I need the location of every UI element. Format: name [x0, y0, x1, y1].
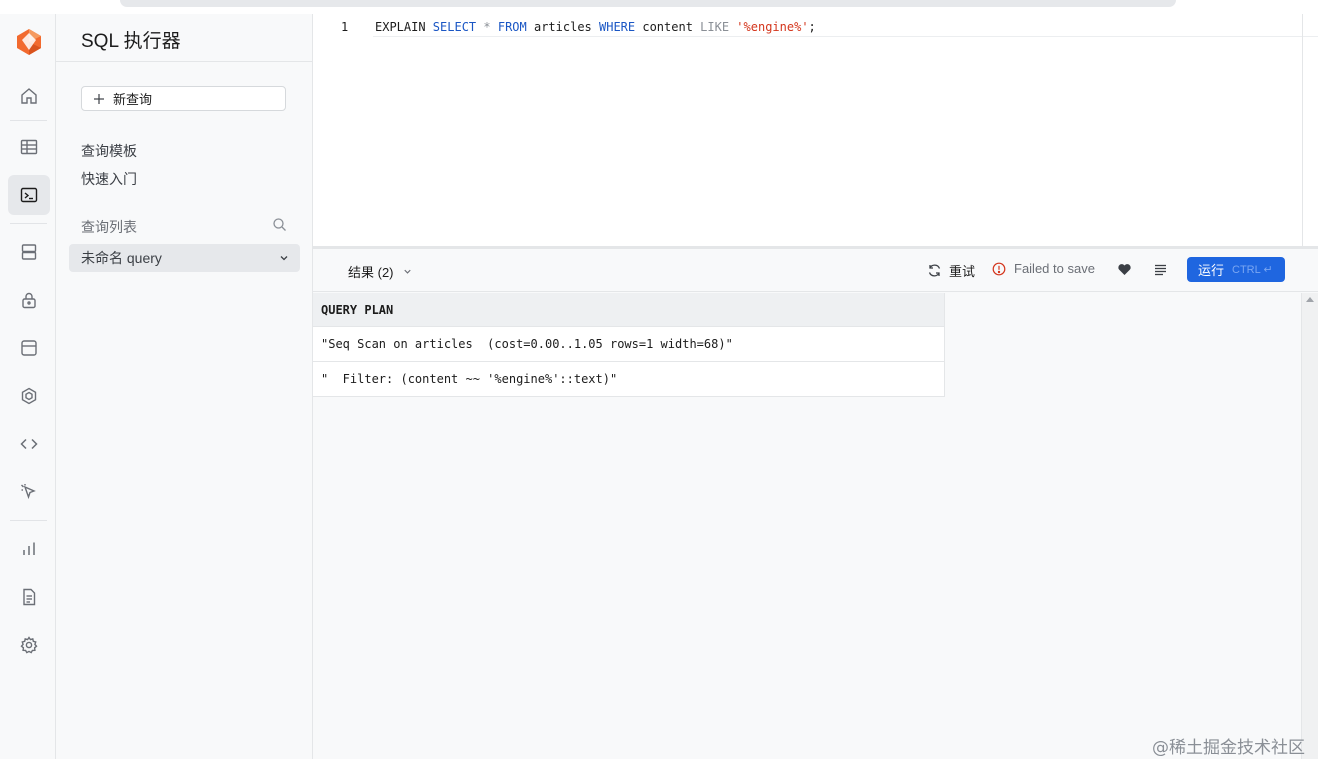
plus-icon	[94, 93, 104, 104]
save-status-text: Failed to save	[1014, 261, 1095, 276]
code-token: LIKE	[700, 20, 730, 34]
browser-top-bar	[120, 0, 1176, 7]
rail-divider	[10, 120, 47, 121]
code-line[interactable]: EXPLAIN SELECT * FROM articles WHERE con…	[375, 20, 816, 34]
table-row[interactable]: " Filter: (content ~~ '%engine%'::text)"	[313, 362, 944, 397]
code-token: articles	[526, 20, 599, 34]
results-toolbar: 结果 (2) 重试 Failed to save 运行 CTRL ↵	[313, 249, 1318, 292]
refresh-icon	[928, 264, 941, 277]
panel-divider	[56, 61, 312, 62]
code-token: content	[635, 20, 701, 34]
sql-editor[interactable]: 1 EXPLAIN SELECT * FROM articles WHERE c…	[313, 14, 1318, 246]
results-pane: QUERY PLAN "Seq Scan on articles (cost=0…	[313, 293, 1301, 759]
editor-minimap-border	[1302, 14, 1303, 246]
rail-divider	[10, 223, 47, 224]
gear-icon[interactable]	[8, 625, 50, 665]
align-text-icon[interactable]	[1153, 262, 1168, 277]
terminal-icon[interactable]	[8, 175, 50, 215]
retry-label: 重试	[949, 264, 976, 279]
column-header[interactable]: QUERY PLAN	[313, 293, 944, 327]
code-token: SELECT	[432, 20, 477, 34]
home-icon[interactable]	[8, 76, 50, 116]
search-icon[interactable]	[272, 217, 287, 232]
icon-rail	[0, 14, 56, 759]
pointer-icon[interactable]	[8, 472, 50, 512]
new-query-button[interactable]: 新查询	[81, 86, 286, 111]
line-number: 1	[341, 20, 349, 34]
sql-side-panel: SQL 执行器 新查询 查询模板 快速入门 查询列表 未命名 query	[56, 14, 313, 759]
storage-icon[interactable]	[8, 328, 50, 368]
document-icon[interactable]	[8, 577, 50, 617]
results-label: 结果 (2)	[348, 265, 394, 280]
table-row[interactable]: "Seq Scan on articles (cost=0.00..1.05 r…	[313, 327, 944, 362]
chevron-down-icon	[403, 269, 411, 274]
query-name: 未命名 query	[81, 250, 162, 266]
code-token: EXPLAIN	[375, 20, 433, 34]
run-shortcut: CTRL ↵	[1232, 264, 1273, 276]
link-query-templates[interactable]: 查询模板	[81, 141, 137, 161]
rail-divider	[10, 520, 47, 521]
table-icon[interactable]	[8, 127, 50, 167]
cube-icon[interactable]	[8, 376, 50, 416]
results-grid: QUERY PLAN "Seq Scan on articles (cost=0…	[313, 293, 945, 397]
current-line-highlight	[373, 36, 1318, 37]
link-quickstart[interactable]: 快速入门	[81, 169, 137, 189]
retry-button[interactable]: 重试	[927, 261, 975, 280]
code-icon[interactable]	[8, 424, 50, 464]
run-button[interactable]: 运行 CTRL ↵	[1187, 257, 1285, 282]
query-list-item[interactable]: 未命名 query	[69, 244, 300, 272]
chevron-down-icon[interactable]	[278, 252, 290, 264]
error-icon	[992, 262, 1006, 275]
scroll-up-arrow[interactable]	[1306, 297, 1314, 302]
lock-icon[interactable]	[8, 280, 50, 320]
code-token: FROM	[497, 20, 527, 34]
query-list-header: 查询列表	[81, 219, 137, 235]
watermark: @稀土掘金技术社区	[1152, 738, 1305, 758]
logo-icon[interactable]	[16, 28, 42, 56]
panel-title: SQL 执行器	[81, 31, 181, 52]
code-token: *	[476, 20, 498, 34]
code-token: ;	[808, 20, 816, 34]
bar-chart-icon[interactable]	[8, 529, 50, 569]
heart-icon[interactable]	[1117, 262, 1132, 277]
code-token: '%engine%'	[736, 20, 809, 34]
database-icon[interactable]	[8, 232, 50, 272]
new-query-label: 新查询	[113, 92, 153, 107]
run-label: 运行	[1198, 263, 1225, 278]
code-token: WHERE	[599, 20, 636, 34]
results-scrollbar[interactable]	[1301, 293, 1318, 759]
results-tab[interactable]: 结果 (2)	[348, 262, 413, 281]
save-status: Failed to save	[992, 261, 1095, 276]
